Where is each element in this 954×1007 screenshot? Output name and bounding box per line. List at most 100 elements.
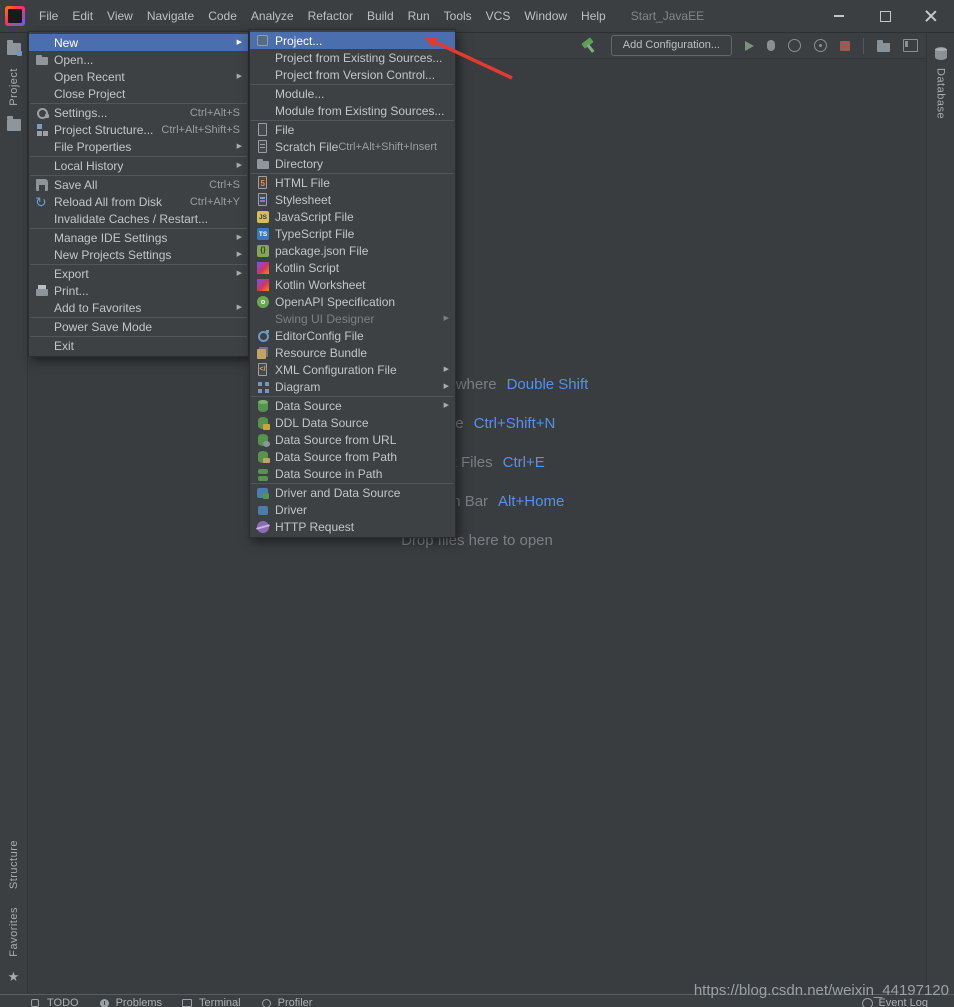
submenu-item[interactable]: EditorConfig File [250, 327, 455, 344]
submenu-item[interactable]: TypeScript File [250, 225, 455, 242]
statusbar-tool-button[interactable]: Problems [99, 997, 162, 1007]
submenu-item[interactable]: Project... [250, 32, 455, 49]
menu-item[interactable]: Open... [29, 51, 248, 68]
menu-item[interactable]: Local History [29, 157, 248, 174]
sidebar-item-structure[interactable]: Structure [8, 840, 20, 889]
submenu-item[interactable]: Kotlin Script [250, 259, 455, 276]
menubar-item[interactable]: Refactor [301, 4, 360, 28]
submenu-item-icon [255, 379, 272, 395]
close-button[interactable] [908, 0, 954, 32]
submenu-item[interactable]: Driver and Data Source [250, 484, 455, 501]
sidebar-item-project[interactable]: Project [8, 68, 20, 106]
submenu-item[interactable]: Data Source in Path [250, 465, 455, 482]
menu-item[interactable]: New Projects Settings [29, 246, 248, 263]
run-button[interactable] [745, 41, 754, 51]
submenu-item[interactable]: Diagram [250, 378, 455, 395]
folder-icon[interactable] [7, 119, 21, 131]
maximize-button[interactable] [862, 0, 908, 32]
sidebar-item-favorites[interactable]: Favorites [8, 907, 20, 957]
menubar-item[interactable]: Help [574, 4, 613, 28]
submenu-item[interactable]: Data Source from Path [250, 448, 455, 465]
menu-item[interactable]: Manage IDE Settings [29, 229, 248, 246]
database-icon[interactable] [935, 47, 947, 60]
submenu-item[interactable]: Data Source from URL [250, 431, 455, 448]
submenu-item[interactable]: Swing UI Designer [250, 310, 455, 327]
statusbar-tool-label: TODO [47, 997, 79, 1007]
menubar-item[interactable]: Analyze [244, 4, 301, 28]
project-folder-icon[interactable] [7, 43, 21, 55]
menu-item[interactable]: Open Recent [29, 68, 248, 85]
statusbar-tool-button[interactable]: TODO [30, 997, 79, 1007]
statusbar-tool-icon [99, 998, 111, 1007]
submenu-item[interactable]: Data Source [250, 397, 455, 414]
menu-item[interactable]: Reload All from Disk Ctrl+Alt+Y [29, 193, 248, 210]
submenu-item[interactable]: Scratch File Ctrl+Alt+Shift+Insert [250, 138, 455, 155]
menubar-item[interactable]: Run [401, 4, 437, 28]
menu-item[interactable]: Save All Ctrl+S [29, 176, 248, 193]
menubar-item[interactable]: Edit [65, 4, 100, 28]
menubar-item[interactable]: File [32, 4, 65, 28]
sidebar-item-database[interactable]: Database [935, 68, 947, 119]
statusbar-tool-button[interactable]: Terminal [182, 997, 241, 1007]
main-menubar: File Edit View Navigate Code Analyze Ref… [32, 0, 613, 32]
open-project-icon[interactable] [877, 43, 890, 52]
menu-item-right: Ctrl+Alt+Shift+S [161, 124, 242, 136]
submenu-item-icon [255, 345, 272, 361]
menubar-item[interactable]: View [100, 4, 140, 28]
menubar-item[interactable]: Code [201, 4, 244, 28]
submenu-item-label: Data Source from Path [275, 450, 397, 464]
debug-button[interactable] [767, 40, 775, 51]
submenu-item[interactable]: Project from Version Control... [250, 66, 455, 83]
favorites-star-icon[interactable]: ★ [8, 970, 20, 984]
submenu-item[interactable]: OpenAPI Specification [250, 293, 455, 310]
menu-item-label: New [54, 36, 78, 50]
submenu-item[interactable]: Stylesheet [250, 191, 455, 208]
submenu-item[interactable]: JavaScript File [250, 208, 455, 225]
submenu-item[interactable]: Module... [250, 85, 455, 102]
menu-item[interactable]: Print... [29, 282, 248, 299]
menu-item[interactable]: Settings... Ctrl+Alt+S [29, 104, 248, 121]
submenu-item[interactable]: HTML File [250, 174, 455, 191]
submenu-arrow-icon [233, 68, 242, 85]
menu-item-label: Open Recent [54, 70, 125, 84]
submenu-item-label: DDL Data Source [275, 416, 369, 430]
menu-item[interactable]: Invalidate Caches / Restart... [29, 210, 248, 227]
menubar-item[interactable]: Window [517, 4, 574, 28]
menubar-item[interactable]: Build [360, 4, 401, 28]
coverage-button[interactable] [788, 39, 801, 52]
submenu-item[interactable]: Driver [250, 501, 455, 518]
submenu-item[interactable]: Project from Existing Sources... [250, 49, 455, 66]
submenu-item[interactable]: Resource Bundle [250, 344, 455, 361]
menu-item[interactable]: New [29, 34, 248, 51]
menu-item[interactable]: Add to Favorites [29, 299, 248, 316]
menu-item[interactable]: Exit [29, 337, 248, 354]
submenu-item[interactable]: package.json File [250, 242, 455, 259]
submenu-item[interactable]: DDL Data Source [250, 414, 455, 431]
menubar-item[interactable]: VCS [479, 4, 518, 28]
submenu-item[interactable]: Module from Existing Sources... [250, 102, 455, 119]
build-hammer-button[interactable] [581, 37, 598, 54]
menubar-item[interactable]: Navigate [140, 4, 201, 28]
submenu-arrow-icon [233, 265, 242, 282]
profiler-button[interactable] [814, 39, 827, 52]
menu-item[interactable]: Power Save Mode [29, 318, 248, 335]
menubar-item[interactable]: Tools [437, 4, 479, 28]
menu-item[interactable]: Project Structure... Ctrl+Alt+Shift+S [29, 121, 248, 138]
submenu-item[interactable]: File [250, 121, 455, 138]
menu-item-label: Manage IDE Settings [54, 231, 167, 245]
submenu-item[interactable]: HTTP Request [250, 518, 455, 535]
statusbar-tool-button[interactable]: Profiler [261, 997, 313, 1007]
submenu-item[interactable]: Directory [250, 155, 455, 172]
stop-button[interactable] [840, 41, 850, 51]
layout-icon[interactable] [903, 39, 918, 52]
add-configuration-button[interactable]: Add Configuration... [611, 35, 732, 56]
submenu-item[interactable]: Kotlin Worksheet [250, 276, 455, 293]
submenu-item[interactable]: XML Configuration File [250, 361, 455, 378]
menu-item[interactable]: Export [29, 265, 248, 282]
submenu-item-icon [255, 277, 272, 293]
menu-item-icon [34, 139, 51, 155]
submenu-item-label: Stylesheet [275, 193, 331, 207]
menu-item[interactable]: File Properties [29, 138, 248, 155]
menu-item[interactable]: Close Project [29, 85, 248, 102]
minimize-button[interactable] [816, 0, 862, 32]
